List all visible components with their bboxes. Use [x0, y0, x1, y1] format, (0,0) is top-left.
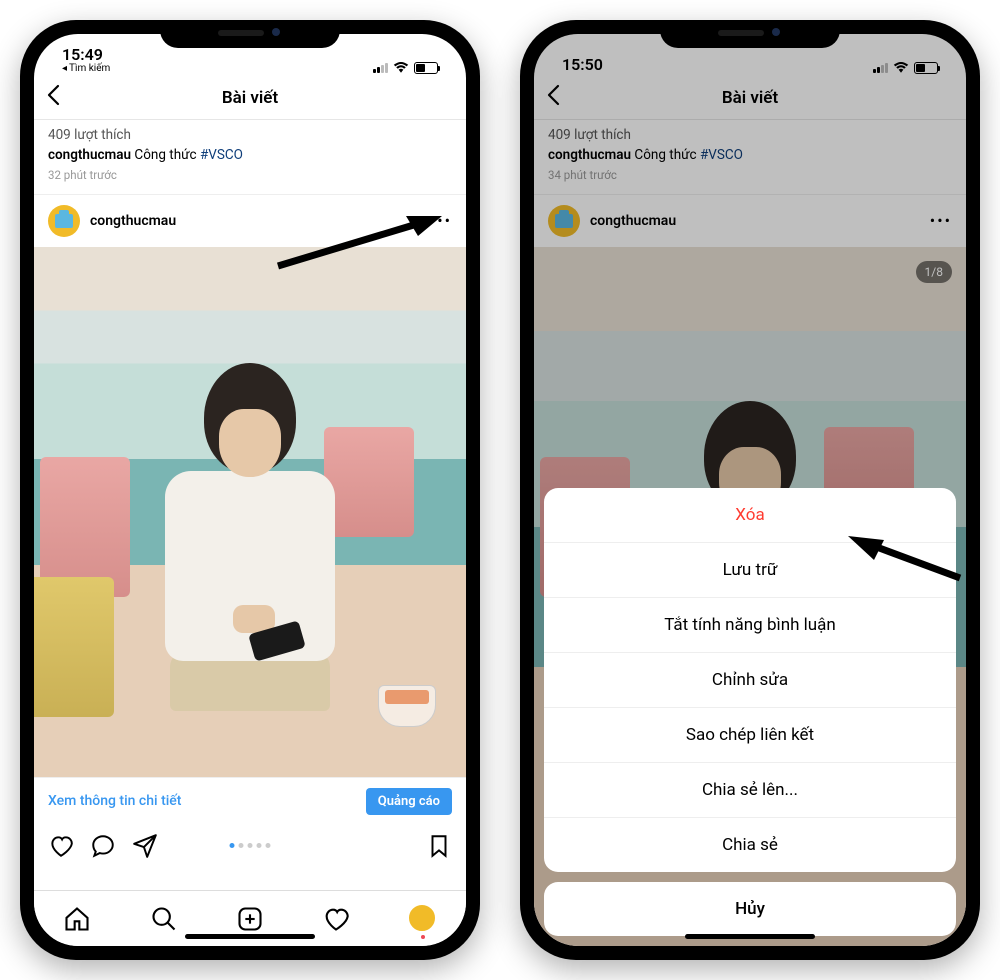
sheet-copy-link[interactable]: Sao chép liên kết — [544, 707, 956, 762]
ad-detail-link[interactable]: Xem thông tin chi tiết — [48, 793, 181, 809]
sheet-archive[interactable]: Lưu trữ — [544, 542, 956, 597]
post-header: congthucmau ••• — [34, 195, 466, 247]
post-username[interactable]: congthucmau — [90, 213, 176, 229]
tab-activity[interactable] — [322, 905, 350, 933]
sheet-cancel[interactable]: Hủy — [544, 882, 956, 936]
ad-cta-button[interactable]: Quảng cáo — [366, 788, 452, 815]
status-time: 15:49 — [62, 45, 103, 64]
wifi-icon — [393, 62, 409, 74]
comment-icon[interactable] — [90, 833, 116, 859]
post-caption: congthucmau Công thức #VSCO — [48, 146, 452, 166]
likes-count: 409 lượt thích — [48, 126, 452, 146]
tab-profile[interactable] — [409, 905, 437, 933]
nav-header: Bài viết — [34, 76, 466, 120]
tab-add-post[interactable] — [236, 905, 264, 933]
phone-frame-left: 15:49 ◂ Tìm kiếm Bài viết 409 lượt thích… — [20, 20, 480, 960]
like-icon[interactable] — [48, 833, 74, 859]
post-time: 32 phút trước — [48, 167, 452, 184]
back-to-search[interactable]: ◂ Tìm kiếm — [62, 63, 110, 74]
phone-frame-right: 15:50 Bài viết 409 lượt thích congthucma… — [520, 20, 980, 960]
sheet-share[interactable]: Chia sẻ — [544, 817, 956, 872]
tab-home[interactable] — [63, 905, 91, 933]
device-notch — [160, 20, 340, 48]
sheet-disable-comments[interactable]: Tắt tính năng bình luận — [544, 597, 956, 652]
ad-row: Xem thông tin chi tiết Quảng cáo — [34, 777, 466, 825]
caption-text: Công thức — [134, 147, 196, 163]
screen-right: 15:50 Bài viết 409 lượt thích congthucma… — [534, 34, 966, 946]
action-sheet-panel: Xóa Lưu trữ Tắt tính năng bình luận Chỉn… — [544, 488, 956, 872]
sheet-delete[interactable]: Xóa — [544, 488, 956, 542]
sheet-edit[interactable]: Chỉnh sửa — [544, 652, 956, 707]
share-icon[interactable] — [132, 833, 158, 859]
post-actions — [34, 825, 466, 867]
page-title: Bài viết — [222, 88, 278, 108]
home-indicator[interactable] — [185, 934, 315, 939]
save-icon[interactable] — [426, 833, 452, 859]
back-to-search-label: Tìm kiếm — [69, 63, 110, 74]
post-image[interactable] — [34, 247, 466, 777]
carousel-pagination — [230, 843, 271, 848]
more-options-button[interactable]: ••• — [430, 211, 452, 230]
action-sheet: Xóa Lưu trữ Tắt tính năng bình luận Chỉn… — [544, 488, 956, 936]
home-indicator[interactable] — [685, 934, 815, 939]
back-button[interactable] — [46, 84, 60, 112]
avatar[interactable] — [48, 205, 80, 237]
sheet-share-to[interactable]: Chia sẻ lên... — [544, 762, 956, 817]
caption-username[interactable]: congthucmau — [48, 147, 131, 163]
tab-search[interactable] — [150, 905, 178, 933]
cell-signal-icon — [373, 63, 388, 73]
battery-icon — [414, 62, 438, 74]
screen-left: 15:49 ◂ Tìm kiếm Bài viết 409 lượt thích… — [34, 34, 466, 946]
previous-post-meta: 409 lượt thích congthucmau Công thức #VS… — [34, 120, 466, 195]
device-notch — [660, 20, 840, 48]
hashtag-link[interactable]: #VSCO — [200, 147, 243, 163]
